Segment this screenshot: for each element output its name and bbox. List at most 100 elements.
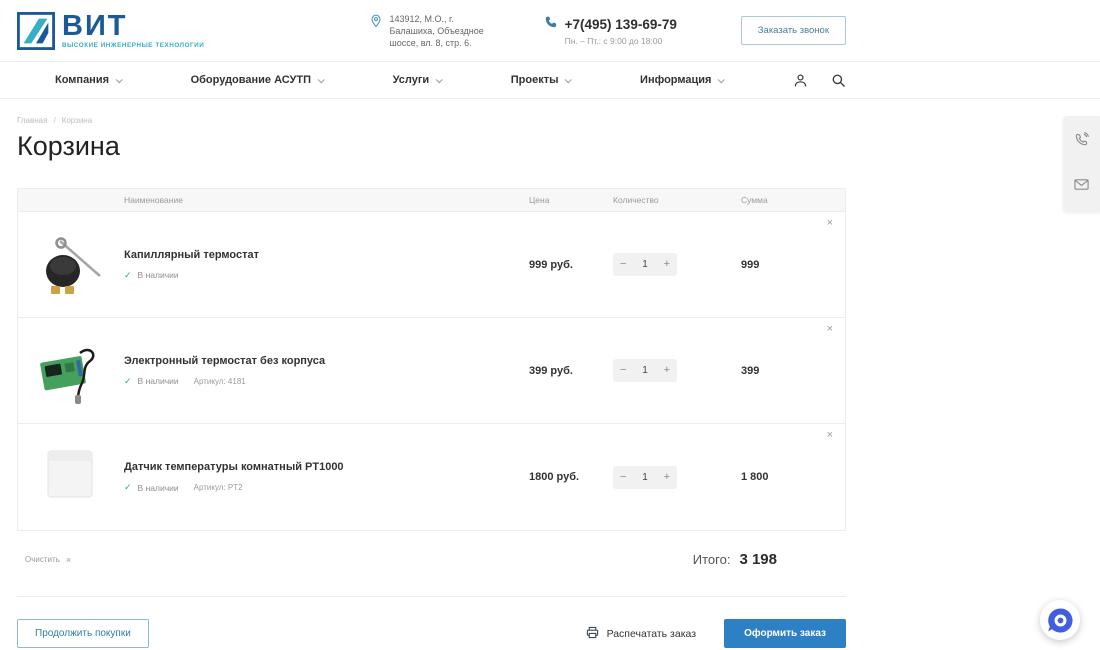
total-value: 3 198 — [739, 551, 777, 568]
chevron-down-icon — [116, 76, 123, 83]
check-icon: ✓ — [124, 270, 132, 281]
quantity-plus-button[interactable]: + — [664, 259, 670, 270]
clear-cart-button[interactable]: Очистить × — [25, 555, 71, 565]
product-price: 999 руб. — [517, 259, 613, 271]
sku-label: Артикул: — [194, 377, 226, 386]
product-image-electronic-thermostat[interactable] — [36, 337, 124, 405]
callback-button[interactable]: Заказать звонок — [741, 16, 846, 45]
chevron-down-icon — [565, 76, 572, 83]
remove-item-icon[interactable]: × — [827, 218, 833, 229]
quantity-value[interactable]: 1 — [642, 472, 648, 483]
product-sum: 399 — [713, 365, 805, 377]
logo-tagline: ВЫСОКИЕ ИНЖЕНЕРНЫЕ ТЕХНОЛОГИИ — [62, 42, 204, 49]
logo-title: ВИТ — [62, 12, 204, 40]
quantity-minus-button[interactable]: − — [620, 259, 626, 270]
product-sku: Артикул: PT2 — [194, 483, 243, 492]
work-hours: Пн. – Пт.: с 9:00 до 18:00 — [565, 36, 695, 46]
chat-bubble-icon — [1047, 607, 1074, 634]
column-header-name: Наименование — [124, 195, 517, 205]
product-title[interactable]: Датчик температуры комнатный PT1000 — [124, 461, 517, 473]
phone-icon — [545, 15, 557, 33]
top-bar: ВИТ ВЫСОКИЕ ИНЖЕНЕРНЫЕ ТЕХНОЛОГИИ 143912… — [0, 0, 1100, 62]
quantity-plus-button[interactable]: + — [664, 365, 670, 376]
remove-item-icon[interactable]: × — [827, 430, 833, 441]
product-sum: 1 800 — [713, 471, 805, 483]
checkout-button[interactable]: Оформить заказ — [724, 619, 846, 648]
cart-table-header: Наименование Цена Количество Сумма — [18, 189, 845, 212]
user-account-icon[interactable] — [793, 73, 808, 88]
breadcrumb: Главная / Корзина — [17, 116, 1100, 125]
print-order-label: Распечатать заказ — [607, 628, 697, 640]
total-label: Итого: — [693, 552, 731, 567]
main-nav: Компания Оборудование АСУТП Услуги Проек… — [0, 62, 1100, 99]
column-header-quantity: Количество — [613, 195, 713, 205]
quantity-value[interactable]: 1 — [642, 365, 648, 376]
quantity-stepper: − 1 + — [613, 466, 677, 489]
logo[interactable]: ВИТ ВЫСОКИЕ ИНЖЕНЕРНЫЕ ТЕХНОЛОГИИ — [17, 12, 204, 50]
header-address: 143912, М.О., г. Балашиха, Объездное шос… — [370, 13, 498, 49]
logo-mark-icon — [17, 12, 55, 50]
nav-item-equipment[interactable]: Оборудование АСУТП — [191, 74, 323, 86]
sku-label: Артикул: — [194, 483, 226, 492]
nav-item-company[interactable]: Компания — [55, 74, 121, 86]
search-icon[interactable] — [831, 73, 846, 88]
nav-item-label: Компания — [55, 74, 109, 86]
cart-row: Электронный термостат без корпуса ✓ В на… — [18, 318, 845, 424]
cart-row: Капиллярный термостат ✓ В наличии 999 ру… — [18, 212, 845, 318]
product-price: 1800 руб. — [517, 471, 613, 483]
quantity-stepper: − 1 + — [613, 253, 677, 276]
email-icon[interactable] — [1074, 177, 1089, 192]
quantity-minus-button[interactable]: − — [620, 365, 626, 376]
clear-cart-label: Очистить — [25, 555, 60, 564]
product-image-capillary-thermostat[interactable] — [36, 231, 124, 299]
cart-table: Наименование Цена Количество Сумма Капил… — [17, 188, 846, 531]
sku-value: PT2 — [228, 483, 243, 492]
product-title[interactable]: Капиллярный термостат — [124, 249, 517, 261]
contact-side-panel — [1063, 116, 1100, 212]
continue-shopping-button[interactable]: Продолжить покупки — [17, 619, 149, 648]
header-phone: +7(495) 139-69-79 Пн. – Пт.: с 9:00 до 1… — [545, 15, 695, 46]
phone-number[interactable]: +7(495) 139-69-79 — [565, 17, 677, 32]
availability-label: В наличии — [138, 483, 179, 493]
callback-phone-icon[interactable] — [1074, 132, 1089, 147]
quantity-minus-button[interactable]: − — [620, 472, 626, 483]
nav-item-label: Услуги — [393, 74, 430, 86]
sku-value: 4181 — [228, 377, 246, 386]
cart-total: Итого: 3 198 — [693, 551, 777, 568]
check-icon: ✓ — [124, 376, 132, 387]
product-price: 399 руб. — [517, 365, 613, 377]
nav-item-information[interactable]: Информация — [640, 74, 723, 86]
nav-item-services[interactable]: Услуги — [393, 74, 442, 86]
quantity-plus-button[interactable]: + — [664, 472, 670, 483]
nav-item-projects[interactable]: Проекты — [511, 74, 571, 86]
chat-widget-button[interactable] — [1040, 600, 1080, 640]
chevron-down-icon — [718, 76, 725, 83]
column-header-price: Цена — [517, 195, 613, 205]
product-sku: Артикул: 4181 — [194, 377, 246, 386]
quantity-value[interactable]: 1 — [642, 259, 648, 270]
availability-label: В наличии — [138, 270, 179, 280]
print-order-button[interactable]: Распечатать заказ — [586, 626, 697, 642]
quantity-stepper: − 1 + — [613, 359, 677, 382]
nav-item-label: Проекты — [511, 74, 559, 86]
product-image-room-sensor[interactable] — [36, 443, 124, 511]
cart-actions: Продолжить покупки Распечатать заказ Офо… — [17, 619, 846, 648]
nav-item-label: Информация — [640, 74, 711, 86]
product-title[interactable]: Электронный термостат без корпуса — [124, 355, 517, 367]
page-title: Корзина — [17, 131, 1100, 162]
availability-label: В наличии — [138, 376, 179, 386]
chevron-down-icon — [318, 76, 325, 83]
nav-item-label: Оборудование АСУТП — [191, 74, 311, 86]
column-header-sum: Сумма — [713, 195, 805, 205]
check-icon: ✓ — [124, 482, 132, 493]
product-sum: 999 — [713, 259, 805, 271]
remove-item-icon[interactable]: × — [827, 324, 833, 335]
breadcrumb-home[interactable]: Главная — [17, 116, 47, 125]
chevron-down-icon — [436, 76, 443, 83]
breadcrumb-separator: / — [53, 116, 55, 125]
printer-icon — [586, 626, 599, 642]
address-text: 143912, М.О., г. Балашиха, Объездное шос… — [389, 13, 498, 49]
cart-row: Датчик температуры комнатный PT1000 ✓ В … — [18, 424, 845, 530]
cart-summary-row: Очистить × Итого: 3 198 — [0, 551, 846, 568]
location-pin-icon — [370, 13, 382, 49]
